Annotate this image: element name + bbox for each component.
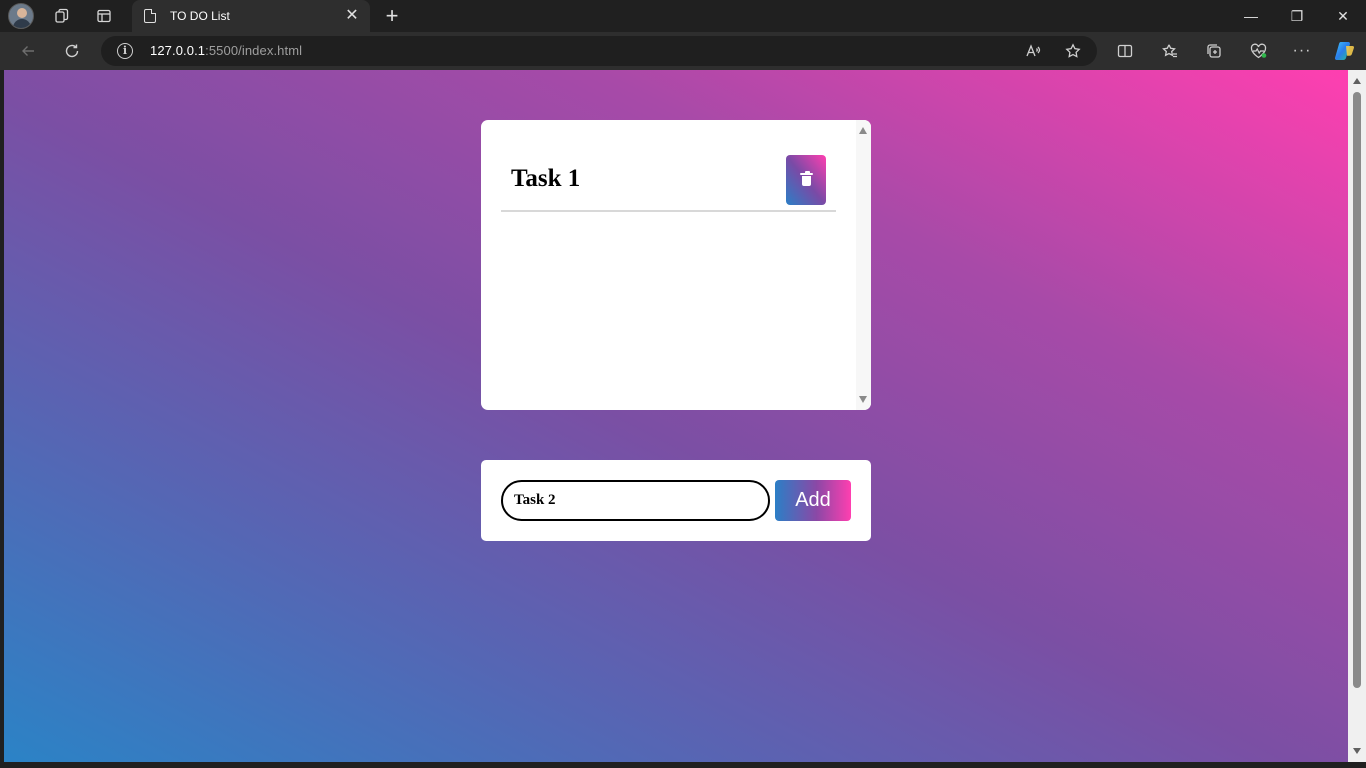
- favorites-icon[interactable]: [1155, 36, 1185, 66]
- site-info-icon[interactable]: i: [117, 43, 133, 59]
- task-input[interactable]: [501, 480, 770, 521]
- page-scrollbar[interactable]: [1348, 70, 1366, 762]
- favorite-star-icon[interactable]: [1058, 36, 1088, 66]
- close-tab-icon[interactable]: ✕: [344, 8, 360, 24]
- copilot-icon[interactable]: [1329, 36, 1359, 66]
- task-text: Task 1: [511, 165, 581, 192]
- task-list: Task 1: [501, 120, 836, 212]
- tab-title: TO DO List: [170, 9, 230, 23]
- page-viewport: Task 1 Add: [4, 70, 1348, 762]
- add-button[interactable]: Add: [775, 480, 851, 521]
- navigation-bar: i 127.0.0.1:5500/index.html ···: [0, 32, 1366, 70]
- refresh-icon[interactable]: [57, 36, 87, 66]
- browser-essentials-icon[interactable]: [1243, 36, 1273, 66]
- delete-task-button[interactable]: [786, 155, 826, 205]
- address-bar[interactable]: i 127.0.0.1:5500/index.html: [101, 36, 1097, 66]
- back-icon[interactable]: [13, 36, 43, 66]
- add-task-card: Add: [481, 460, 871, 541]
- new-tab-button[interactable]: +: [378, 0, 406, 32]
- close-window-button[interactable]: ✕: [1320, 0, 1366, 32]
- page-scroll-down-icon[interactable]: [1353, 748, 1361, 754]
- restore-button[interactable]: ❐: [1274, 0, 1320, 32]
- tab-todo-list[interactable]: TO DO List ✕: [132, 0, 370, 32]
- vertical-tabs-icon[interactable]: [90, 0, 118, 32]
- url-text: 127.0.0.1:5500/index.html: [150, 43, 303, 58]
- more-icon[interactable]: ···: [1287, 36, 1317, 66]
- trash-icon: [799, 171, 813, 187]
- workspaces-icon[interactable]: [48, 0, 76, 32]
- window-bottom-edge: [0, 762, 1366, 768]
- scroll-down-arrow-icon[interactable]: [859, 396, 867, 403]
- profile-avatar[interactable]: [8, 3, 34, 29]
- page-scroll-up-icon[interactable]: [1353, 78, 1361, 84]
- task-list-card: Task 1: [481, 120, 871, 410]
- minimize-button[interactable]: —: [1228, 0, 1274, 32]
- browser-title-bar: TO DO List ✕ + — ❐ ✕: [0, 0, 1366, 32]
- read-aloud-icon[interactable]: [1018, 36, 1048, 66]
- task-item: Task 1: [501, 120, 836, 212]
- collections-icon[interactable]: [1199, 36, 1229, 66]
- scroll-up-arrow-icon[interactable]: [859, 127, 867, 134]
- page-icon: [144, 9, 156, 23]
- task-list-scrollbar[interactable]: [856, 120, 871, 410]
- page-scroll-thumb[interactable]: [1353, 92, 1361, 688]
- split-screen-icon[interactable]: [1110, 36, 1140, 66]
